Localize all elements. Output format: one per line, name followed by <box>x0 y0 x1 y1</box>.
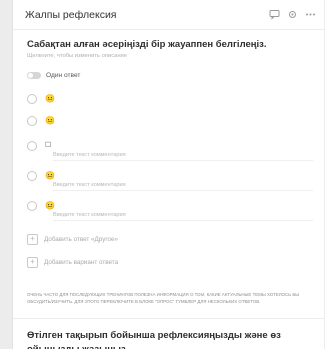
option-2[interactable]: 😐 <box>27 115 55 127</box>
neutral-face-icon: 😐 <box>45 171 55 180</box>
comment-underline <box>53 220 313 221</box>
survey-card: Жалпы рефлексия Сабақтан алған әсеріңізд… <box>12 0 324 349</box>
section-divider <box>13 318 324 319</box>
radio-button[interactable] <box>27 171 37 181</box>
card-title: Жалпы рефлексия <box>25 9 117 21</box>
header-actions <box>269 9 316 20</box>
neutral-face-icon: 😐 <box>45 116 55 125</box>
option-3[interactable]: ☐ <box>27 140 51 152</box>
radio-button[interactable] <box>27 94 37 104</box>
card-header: Жалпы рефлексия <box>25 7 316 27</box>
question-2-title[interactable]: Өтілген тақырып бойынша рефлексияңызды ж… <box>27 329 317 349</box>
checkbox-glyph-icon: ☐ <box>45 142 52 149</box>
single-answer-toggle[interactable] <box>27 71 41 79</box>
question-title[interactable]: Сабақтан алған әсеріңізді бір жауаппен б… <box>27 39 267 50</box>
radio-button[interactable] <box>27 116 37 126</box>
comment-field[interactable]: Введите текст комментария <box>53 152 126 158</box>
option-5[interactable]: 😐 <box>27 200 55 212</box>
add-other-answer[interactable]: + Добавить ответ «Другое» <box>27 233 118 245</box>
single-answer-toggle-row: Один ответ <box>27 70 80 80</box>
chat-icon[interactable] <box>269 9 280 20</box>
radio-button[interactable] <box>27 201 37 211</box>
plus-icon: + <box>27 256 38 268</box>
info-note: Очень часто для последующих тренингов по… <box>27 292 300 305</box>
add-other-label: Добавить ответ «Другое» <box>44 235 119 243</box>
comment-field[interactable]: Введите текст комментария <box>53 182 126 188</box>
add-answer-option[interactable]: + Добавить вариант ответа <box>27 256 118 268</box>
radio-button[interactable] <box>27 141 37 151</box>
settings-icon[interactable] <box>287 9 298 20</box>
comment-field[interactable]: Введите текст комментария <box>53 212 126 218</box>
question-hint[interactable]: Щелкните, чтобы изменить описание <box>27 53 127 59</box>
comment-underline <box>53 160 313 161</box>
neutral-face-icon: 😐 <box>45 94 55 103</box>
option-1[interactable]: 😐 <box>27 93 55 105</box>
header-divider <box>13 29 324 30</box>
plus-icon: + <box>27 233 38 245</box>
option-4[interactable]: 😐 <box>27 170 55 182</box>
neutral-face-icon: 😐 <box>45 201 55 210</box>
add-option-label: Добавить вариант ответа <box>44 258 119 266</box>
more-icon[interactable] <box>305 9 316 20</box>
comment-underline <box>53 190 313 191</box>
toggle-label: Один ответ <box>46 71 81 79</box>
